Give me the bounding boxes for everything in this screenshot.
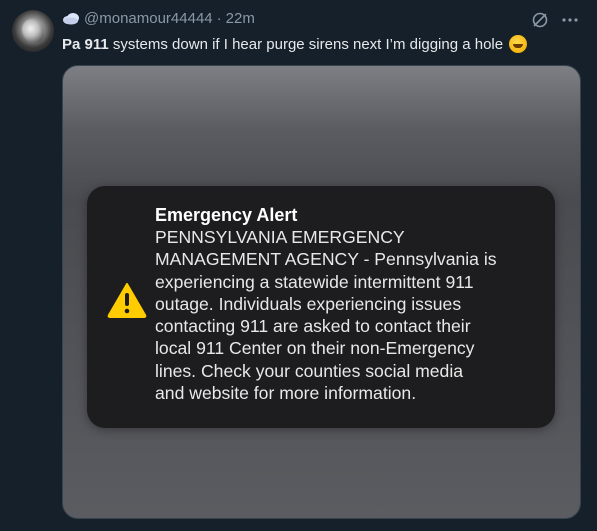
tweet-text-body: systems down if I hear purge sirens next… (108, 36, 508, 53)
tweet-footer-edge (62, 524, 579, 531)
alert-message: PENNSYLVANIA EMERGENCY MANAGEMENT AGENCY… (155, 227, 497, 404)
dot-separator: · (216, 10, 222, 27)
emergency-alert-card: Emergency Alert PENNSYLVANIA EMERGENCY M… (87, 186, 555, 428)
alert-content: Emergency Alert PENNSYLVANIA EMERGENCY M… (155, 204, 535, 404)
tweet-actions (531, 11, 579, 34)
avatar[interactable] (12, 10, 54, 52)
tweet[interactable]: @monamour44444 · 22m Pa 911 systems down… (0, 0, 597, 531)
timestamp[interactable]: 22m (226, 10, 255, 27)
cloud-icon (62, 12, 80, 26)
rofl-emoji-icon (509, 35, 528, 53)
tweet-image[interactable]: Emergency Alert PENNSYLVANIA EMERGENCY M… (62, 65, 581, 519)
alert-title: Emergency Alert (155, 205, 298, 225)
tweet-text-bold: Pa 911 (62, 36, 109, 53)
user-handle[interactable]: @monamour44444 (84, 10, 213, 27)
more-icon[interactable] (561, 11, 579, 34)
grok-icon[interactable] (531, 11, 549, 34)
tweet-text: Pa 911 systems down if I hear purge sire… (62, 35, 528, 53)
warning-icon (107, 282, 147, 318)
tweet-header: @monamour44444 · 22m (62, 10, 255, 27)
